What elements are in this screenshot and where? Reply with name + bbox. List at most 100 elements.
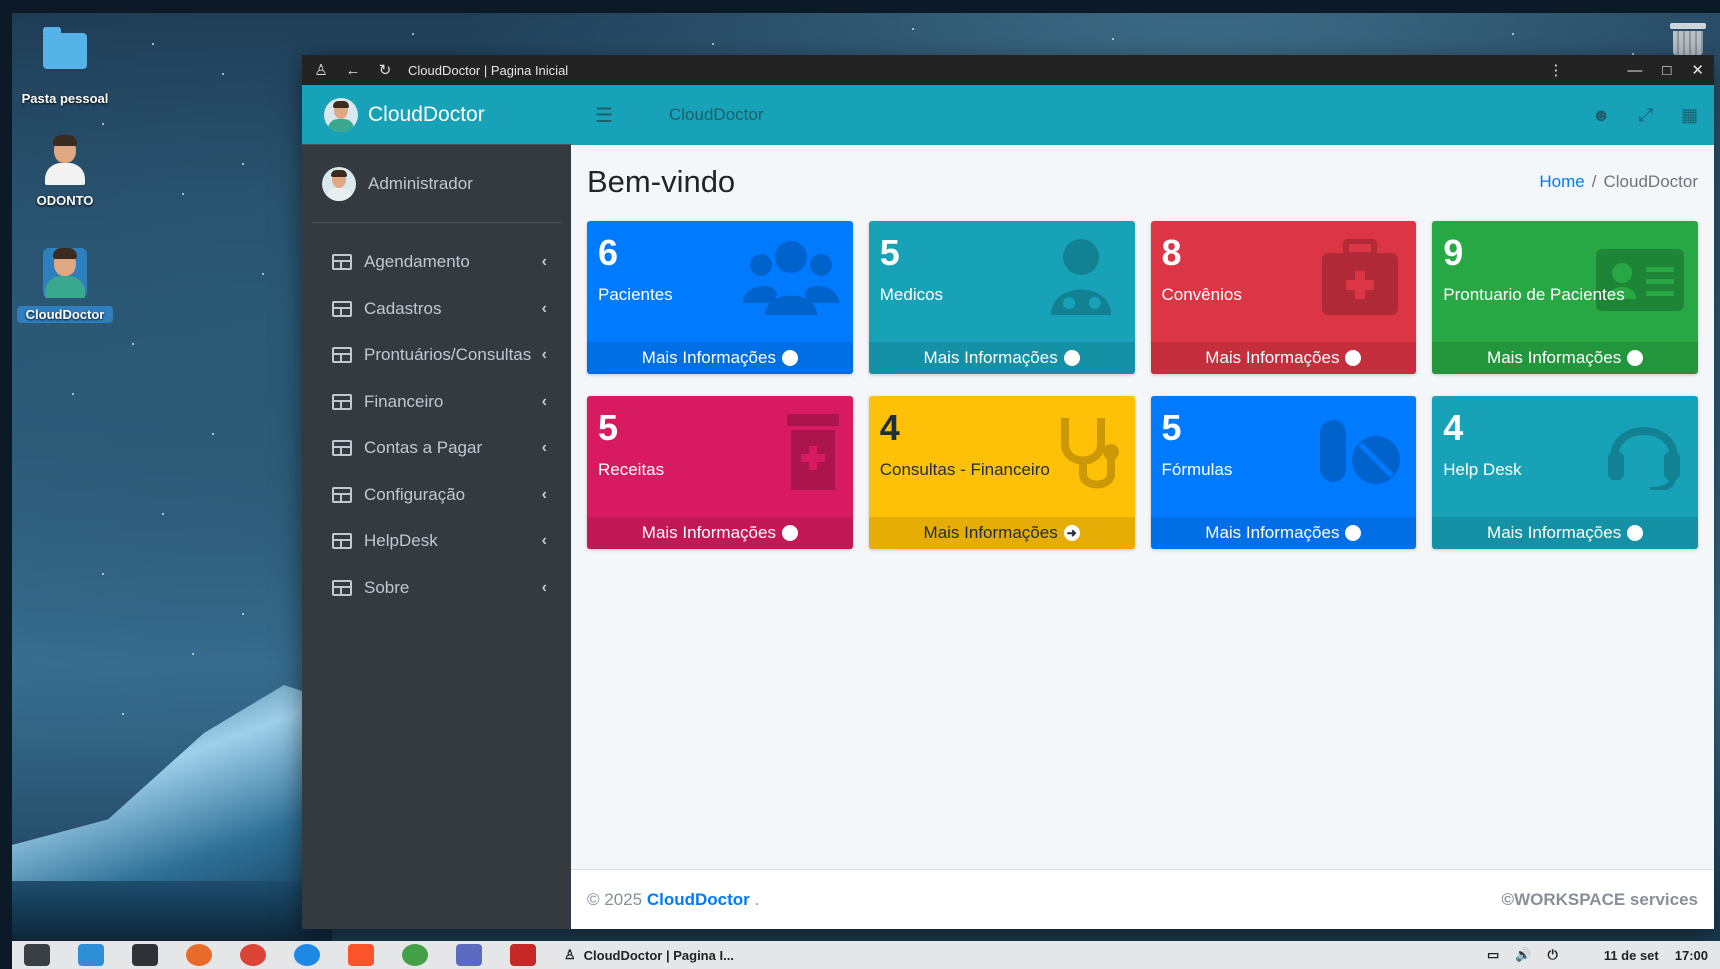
- clock-date: 11 de set: [1603, 947, 1659, 963]
- card-more-info-link[interactable]: Mais Informações ➜: [1432, 517, 1698, 549]
- fullscreen-icon[interactable]: ⤢: [1639, 105, 1653, 126]
- sidebar-item-prontuarios[interactable]: Prontuários/Consultas ‹: [302, 332, 571, 379]
- doctor-avatar-icon: [43, 135, 87, 185]
- hamburger-menu-icon[interactable]: ☰: [595, 103, 625, 128]
- sidebar-item-label: Configuração: [364, 484, 466, 504]
- desktop-icon-label: ODONTO: [36, 193, 94, 208]
- volume-icon[interactable]: 🔊: [1515, 947, 1531, 963]
- sidebar-nav: Agendamento ‹ Cadastros ‹ Prontuários/Co…: [302, 223, 571, 611]
- back-arrow-icon[interactable]: ←: [344, 62, 362, 79]
- star-decoration: [132, 343, 134, 345]
- user-icon[interactable]: ☻: [1592, 105, 1611, 126]
- grid-icon[interactable]: ▦: [1681, 105, 1698, 126]
- kebab-menu-icon[interactable]: ⋮: [1548, 61, 1563, 79]
- launcher-icon[interactable]: [24, 944, 50, 966]
- brand-text: CloudDoctor: [368, 102, 485, 126]
- card-more-info-link[interactable]: Mais Informações ➜: [587, 517, 853, 549]
- sidebar-item-sobre[interactable]: Sobre ‹: [302, 565, 571, 612]
- archive-icon[interactable]: [456, 944, 482, 966]
- sidebar: CloudDoctor Administrador Agendamento ‹ …: [302, 85, 571, 929]
- desktop-icon-home-folder[interactable]: Pasta pessoal: [17, 23, 113, 106]
- table-icon: [332, 533, 352, 550]
- table-icon: [332, 579, 352, 596]
- chevron-left-icon: ‹: [541, 346, 547, 364]
- brand-link[interactable]: CloudDoctor: [302, 85, 571, 145]
- table-icon: [332, 300, 352, 317]
- reload-icon[interactable]: ↻: [376, 61, 394, 79]
- card-help-desk: 4 Help Desk Mais Informações ➜: [1432, 396, 1698, 549]
- arrow-circle-right-icon: ➜: [1063, 525, 1080, 541]
- power-icon[interactable]: ⏻: [1548, 947, 1558, 963]
- taskbar-active-window[interactable]: ♙ CloudDoctor | Pagina I...: [564, 947, 1459, 963]
- sidebar-item-label: Agendamento: [364, 252, 470, 272]
- card-more-info-link[interactable]: Mais Informações ➜: [1150, 342, 1417, 374]
- chrome-icon[interactable]: [240, 944, 266, 966]
- arrow-circle-right-icon: ➜: [781, 350, 798, 366]
- files-icon[interactable]: [78, 944, 104, 966]
- star-decoration: [102, 573, 104, 575]
- stat-cards-grid: 6 Pacientes Mais Informações ➜ 5 Medicos…: [587, 221, 1698, 549]
- star-decoration: [242, 163, 244, 165]
- navbar-title[interactable]: CloudDoctor: [669, 105, 1592, 125]
- star-decoration: [182, 193, 184, 195]
- desktop-icon-clouddoctor[interactable]: CloudDoctor: [17, 248, 113, 323]
- clock-time[interactable]: 17:00: [1675, 948, 1708, 963]
- chevron-left-icon: ‹: [541, 392, 547, 410]
- arrow-circle-right-icon: ➜: [1345, 525, 1362, 541]
- trash-icon[interactable]: [1670, 23, 1706, 57]
- sidebar-item-configuracao[interactable]: Configuração ‹: [302, 472, 571, 519]
- card-more-info-link[interactable]: Mais Informações ➜: [868, 517, 1135, 549]
- star-decoration: [912, 28, 914, 30]
- star-decoration: [192, 653, 194, 655]
- sidebar-item-cadastros[interactable]: Cadastros ‹: [302, 286, 571, 333]
- card-label: Receitas: [598, 460, 665, 479]
- card-label: Medicos: [879, 285, 944, 304]
- sidebar-item-agendamento[interactable]: Agendamento ‹: [302, 239, 571, 286]
- breadcrumb: Home / CloudDoctor: [1539, 172, 1698, 192]
- table-icon: [332, 393, 352, 410]
- photos-icon[interactable]: [402, 944, 428, 966]
- close-icon[interactable]: ✕: [1691, 61, 1704, 79]
- card-more-info-link[interactable]: Mais Informações ➜: [868, 342, 1135, 374]
- firefox-icon[interactable]: [186, 944, 212, 966]
- browser-window: ♙ ← ↻ CloudDoctor | Pagina Inicial ⋮ — □…: [302, 55, 1714, 929]
- star-decoration: [1512, 33, 1514, 35]
- sidebar-item-label: HelpDesk: [364, 531, 438, 551]
- card-more-info-link[interactable]: Mais Informações ➜: [587, 342, 853, 374]
- edge-icon[interactable]: [294, 944, 320, 966]
- user-panel[interactable]: Administrador: [312, 145, 561, 223]
- sidebar-item-helpdesk[interactable]: HelpDesk ‹: [302, 518, 571, 565]
- card-more-info-link[interactable]: Mais Informações ➜: [1432, 342, 1698, 374]
- main-content: Bem-vindo Home/CloudDoctor 6 Pacientes: [571, 145, 1714, 869]
- arrow-circle-right-icon: ➜: [1627, 525, 1644, 541]
- chevron-left-icon: ‹: [541, 299, 547, 317]
- card-medicos: 5 Medicos Mais Informações ➜: [868, 221, 1135, 374]
- table-icon: [332, 440, 352, 457]
- chevron-left-icon: ‹: [541, 253, 547, 271]
- card-label: Convênios: [1161, 285, 1242, 304]
- screen-icon[interactable]: ▭: [1487, 947, 1499, 963]
- brave-icon[interactable]: [348, 944, 374, 966]
- table-icon: [332, 254, 352, 271]
- star-decoration: [52, 313, 54, 315]
- maximize-icon[interactable]: □: [1662, 62, 1671, 79]
- sidebar-item-financeiro[interactable]: Financeiro ‹: [302, 379, 571, 426]
- breadcrumb-home-link[interactable]: Home: [1539, 172, 1584, 191]
- more-info-label: Mais Informações: [641, 348, 776, 367]
- star-decoration: [222, 73, 224, 75]
- star-decoration: [72, 393, 74, 395]
- star-decoration: [1112, 38, 1114, 40]
- minimize-icon[interactable]: —: [1627, 62, 1642, 79]
- card-label: Consultas - Financeiro: [879, 460, 1050, 479]
- sidebar-item-contas-a-pagar[interactable]: Contas a Pagar ‹: [302, 425, 571, 472]
- desktop-icon-odonto[interactable]: ODONTO: [17, 135, 113, 208]
- filezilla-icon[interactable]: [510, 944, 536, 966]
- star-decoration: [122, 713, 124, 715]
- chevron-left-icon: ‹: [541, 532, 547, 550]
- more-info-label: Mais Informações: [641, 523, 776, 542]
- terminal-icon[interactable]: [132, 944, 158, 966]
- desktop-icon-label: Pasta pessoal: [21, 91, 109, 106]
- footer-brand-link[interactable]: CloudDoctor: [647, 890, 750, 909]
- user-name: Administrador: [368, 173, 473, 193]
- card-more-info-link[interactable]: Mais Informações ➜: [1150, 517, 1417, 549]
